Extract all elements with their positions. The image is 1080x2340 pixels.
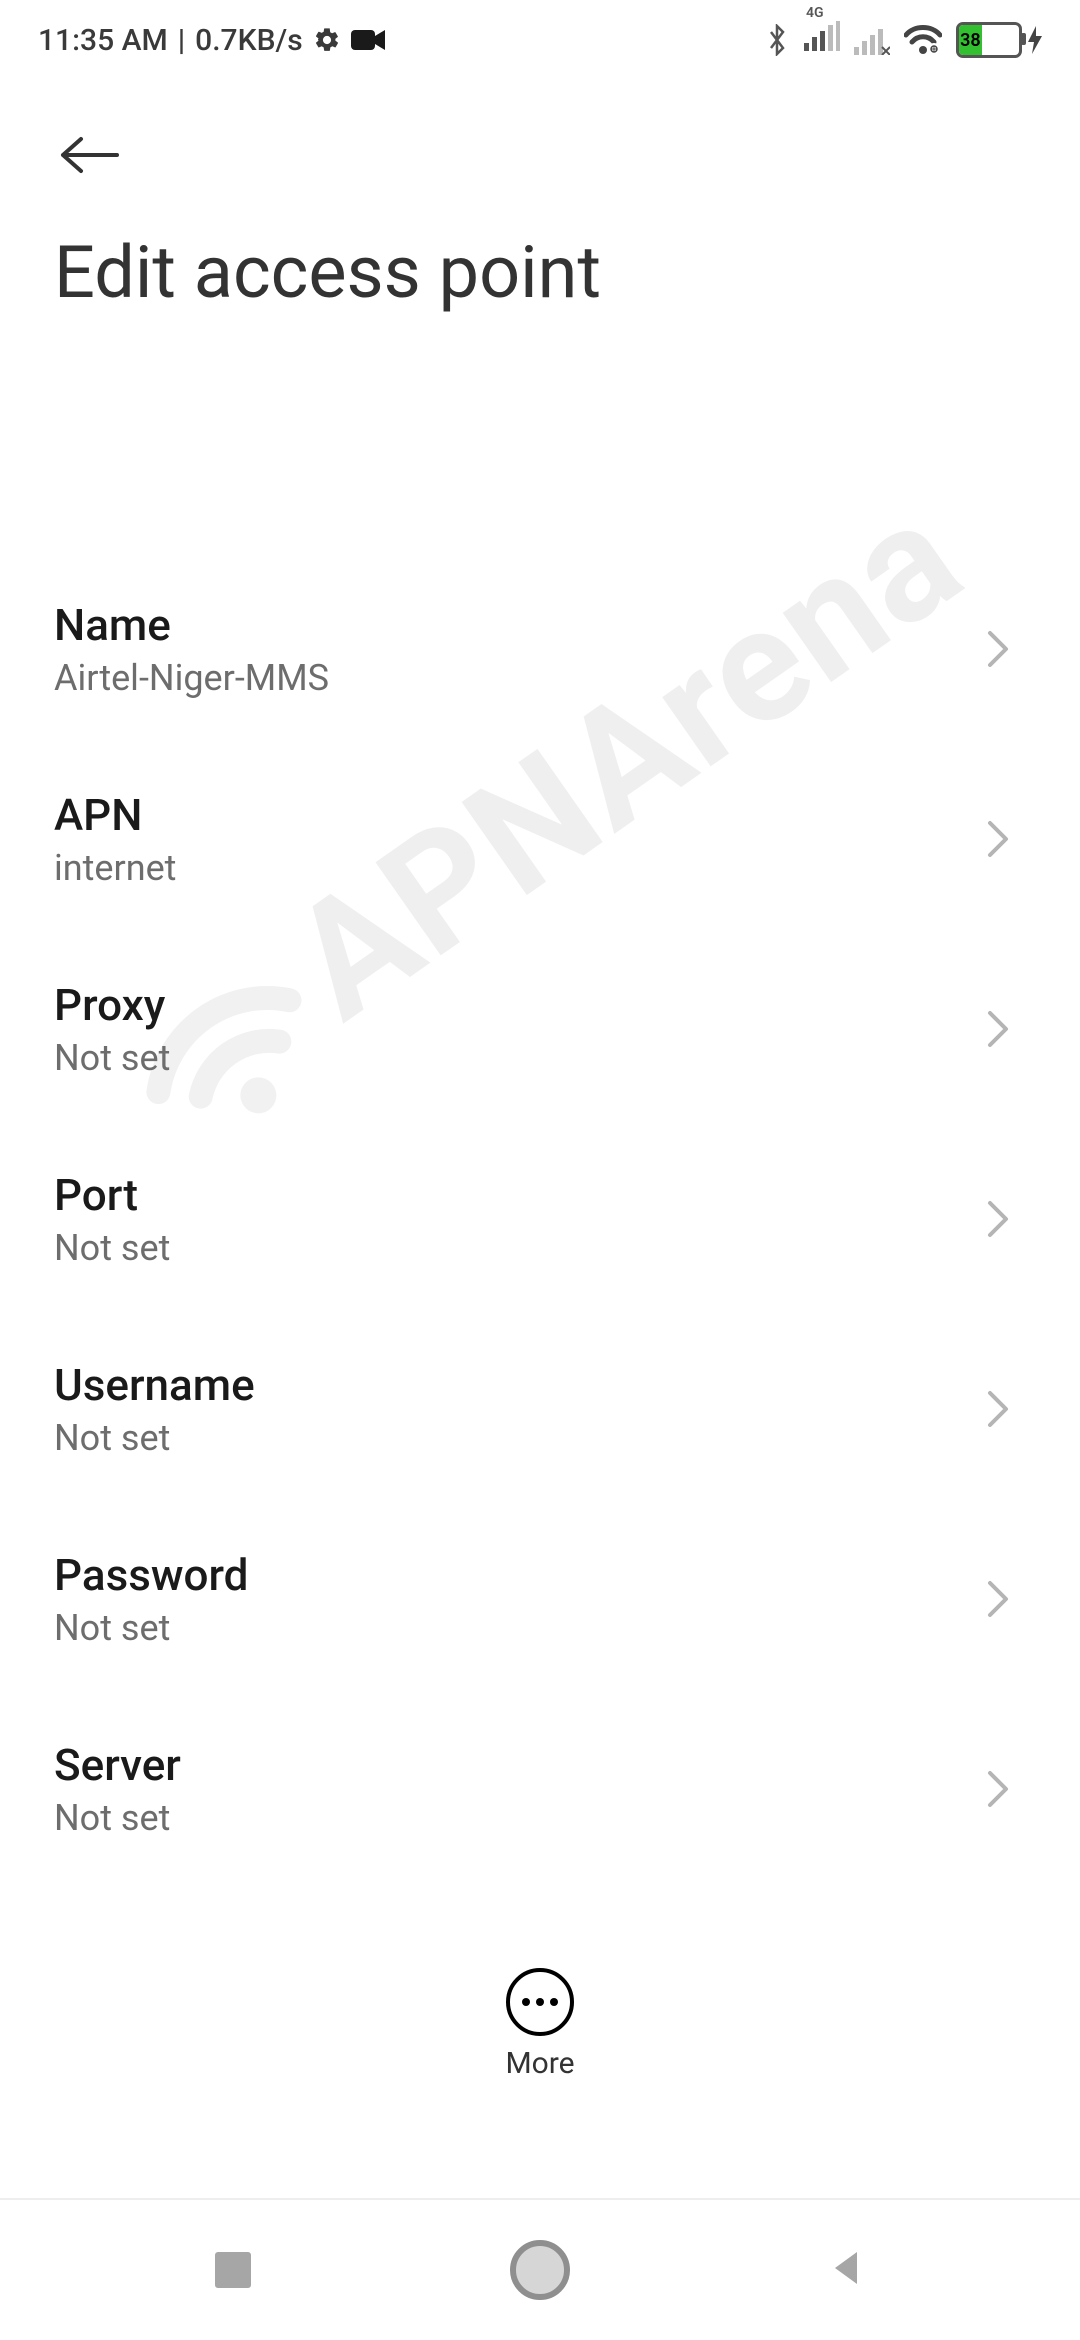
setting-label: Port (54, 1169, 170, 1221)
back-button[interactable] (54, 120, 124, 190)
nav-recents-button[interactable] (203, 2240, 263, 2300)
status-bar: 11:35 AM | 0.7KB/s 4G 38 (0, 0, 1080, 80)
setting-label: Name (54, 599, 329, 651)
setting-value: Not set (54, 1797, 181, 1839)
setting-label: APN (54, 789, 176, 841)
setting-label: Username (54, 1359, 255, 1411)
chevron-right-icon (986, 629, 1026, 669)
setting-row-apn[interactable]: APN internet (0, 744, 1080, 934)
page-title: Edit access point (0, 190, 1080, 355)
setting-value: internet (54, 847, 176, 889)
more-dots-icon (522, 1998, 558, 2006)
triangle-back-icon (827, 2248, 867, 2292)
system-nav-bar (0, 2198, 1080, 2340)
setting-row-password[interactable]: Password Not set (0, 1504, 1080, 1694)
setting-value: Not set (54, 1417, 255, 1459)
status-right: 4G 38 (764, 21, 1044, 59)
setting-value: Not set (54, 1227, 170, 1269)
square-icon (215, 2252, 251, 2288)
more-button[interactable] (506, 1968, 574, 2036)
network-badge: 4G (806, 5, 824, 21)
nav-back-button[interactable] (817, 2240, 877, 2300)
bluetooth-icon (764, 24, 790, 56)
setting-row-username[interactable]: Username Not set (0, 1314, 1080, 1504)
charging-icon (1026, 26, 1044, 54)
chevron-right-icon (986, 1579, 1026, 1619)
chevron-right-icon (986, 1009, 1026, 1049)
more-label: More (505, 2046, 574, 2081)
setting-label: Server (54, 1739, 181, 1791)
setting-row-server[interactable]: Server Not set (0, 1694, 1080, 1868)
setting-row-port[interactable]: Port Not set (0, 1124, 1080, 1314)
setting-label: Proxy (54, 979, 170, 1031)
chevron-right-icon (986, 1389, 1026, 1429)
battery-indicator: 38 (956, 22, 1044, 58)
signal-sim2-icon (854, 25, 890, 55)
chevron-right-icon (986, 1199, 1026, 1239)
status-time: 11:35 AM (38, 23, 168, 58)
signal-sim1-group: 4G (804, 21, 840, 59)
more-bar: More (0, 1944, 1080, 2104)
setting-value: Airtel-Niger-MMS (54, 657, 329, 699)
status-left: 11:35 AM | 0.7KB/s (38, 23, 385, 58)
status-data-rate: 0.7KB/s (195, 23, 302, 58)
setting-row-name[interactable]: Name Airtel-Niger-MMS (0, 554, 1080, 744)
circle-icon (510, 2240, 570, 2300)
chevron-right-icon (986, 819, 1026, 859)
wifi-icon (904, 25, 942, 55)
battery-percent: 38 (959, 25, 982, 55)
camera-icon (351, 28, 385, 52)
setting-label: Password (54, 1549, 248, 1601)
setting-value: Not set (54, 1037, 170, 1079)
gear-icon (313, 26, 341, 54)
setting-value: Not set (54, 1607, 248, 1649)
nav-home-button[interactable] (510, 2240, 570, 2300)
signal-sim1-icon (804, 21, 840, 51)
status-separator: | (178, 23, 185, 58)
chevron-right-icon (986, 1769, 1026, 1809)
setting-row-proxy[interactable]: Proxy Not set (0, 934, 1080, 1124)
